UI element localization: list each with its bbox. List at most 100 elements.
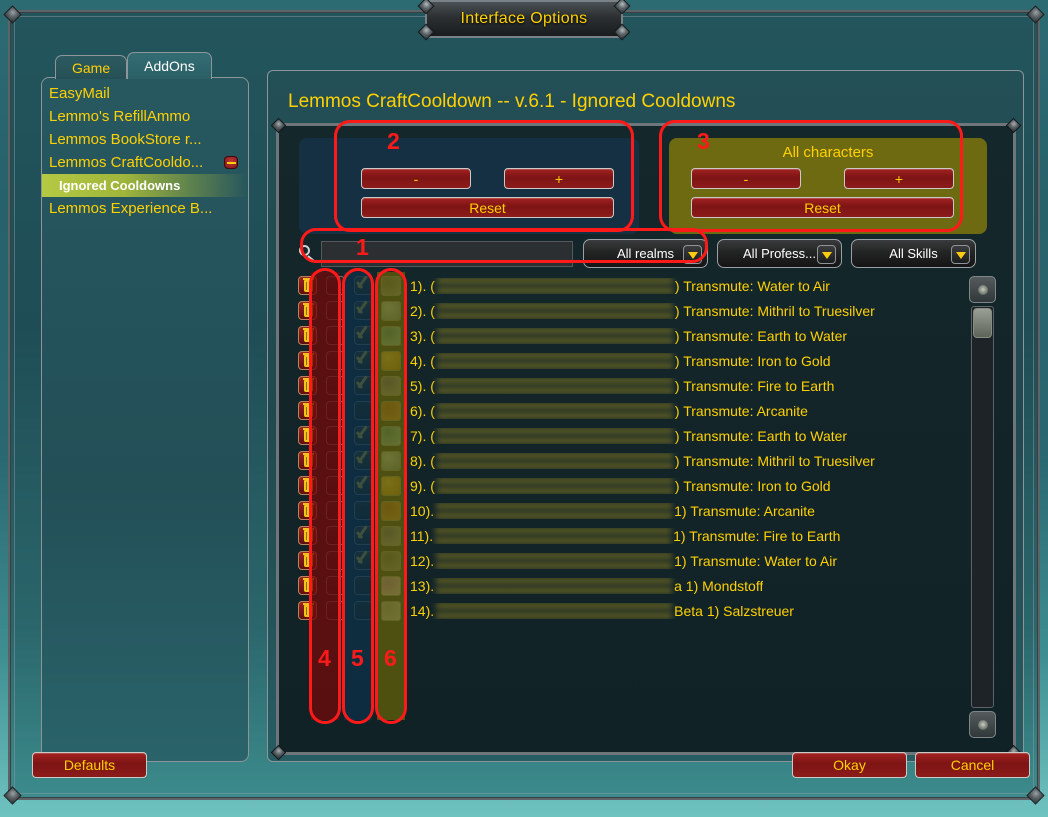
item-icon[interactable] [381,375,401,396]
ignore-checkbox[interactable] [353,301,373,320]
item-icon[interactable] [381,575,401,596]
table-row[interactable]: 14). Beta 1) Salzstreuer [293,598,983,623]
item-icon[interactable] [381,525,401,546]
trash-icon[interactable] [297,301,317,320]
select-checkbox[interactable] [325,401,345,420]
select-checkbox[interactable] [325,276,345,295]
item-icon[interactable] [381,475,401,496]
item-icon[interactable] [381,450,401,471]
chevron-down-icon[interactable] [683,245,702,264]
cancel-button[interactable]: Cancel [915,752,1030,778]
realm-filter-dropdown[interactable]: All realms [583,239,708,268]
select-checkbox[interactable] [325,601,345,620]
table-row[interactable]: 13). a 1) Mondstoff [293,573,983,598]
ignore-checkbox[interactable] [353,276,373,295]
ignore-checkbox[interactable] [353,376,373,395]
defaults-button[interactable]: Defaults [32,752,147,778]
sidebar-item-bookstore[interactable]: Lemmos BookStore r... [42,128,248,151]
character-plus-button[interactable]: + [504,168,614,189]
table-row[interactable]: 9). () Transmute: Iron to Gold [293,473,983,498]
trash-icon[interactable] [297,576,317,595]
trash-icon[interactable] [297,551,317,570]
sidebar-item-easymail[interactable]: EasyMail [42,82,248,105]
ignore-checkbox[interactable] [353,526,373,545]
ignore-checkbox[interactable] [353,576,373,595]
select-checkbox[interactable] [325,526,345,545]
ignore-checkbox[interactable] [353,451,373,470]
ignore-checkbox[interactable] [353,551,373,570]
tab-game[interactable]: Game [55,55,128,79]
table-row[interactable]: 5). () Transmute: Fire to Earth [293,373,983,398]
search-input[interactable] [321,241,573,267]
trash-icon[interactable] [297,276,317,295]
select-checkbox[interactable] [325,551,345,570]
sidebar-item-ignored-cooldowns[interactable]: Ignored Cooldowns [42,174,248,197]
trash-icon[interactable] [297,401,317,420]
ignore-checkbox[interactable] [353,476,373,495]
table-row[interactable]: 3). () Transmute: Earth to Water [293,323,983,348]
item-icon[interactable] [381,325,401,346]
chevron-down-icon[interactable] [817,245,836,264]
table-row[interactable]: 2). () Transmute: Mithril to Truesilver [293,298,983,323]
cooldown-list[interactable]: 1). () Transmute: Water to Air 2). () Tra… [293,273,983,743]
trash-icon[interactable] [297,326,317,345]
select-checkbox[interactable] [325,476,345,495]
select-checkbox[interactable] [325,376,345,395]
ignore-checkbox[interactable] [353,351,373,370]
sidebar-item-experience-bar[interactable]: Lemmos Experience B... [42,197,248,220]
item-icon[interactable] [381,300,401,321]
ignore-checkbox[interactable] [353,401,373,420]
table-row[interactable]: 7). ( ) Transmute: Earth to Water [293,423,983,448]
trash-icon[interactable] [297,526,317,545]
tab-addons[interactable]: AddOns [127,52,212,79]
skill-filter-dropdown[interactable]: All Skills [851,239,976,268]
select-checkbox[interactable] [325,301,345,320]
trash-icon[interactable] [297,426,317,445]
trash-icon[interactable] [297,451,317,470]
all-characters-plus-button[interactable]: + [844,168,954,189]
table-row[interactable]: 8). ( ) Transmute: Mithril to Truesilver [293,448,983,473]
all-characters-reset-button[interactable]: Reset [691,197,954,218]
item-icon[interactable] [381,425,401,446]
table-row[interactable]: 12). 1) Transmute: Water to Air [293,548,983,573]
table-row[interactable]: 6). () Transmute: Arcanite [293,398,983,423]
character-reset-button[interactable]: Reset [361,197,614,218]
list-scrollbar[interactable] [969,276,997,738]
ignore-checkbox[interactable] [353,426,373,445]
okay-button[interactable]: Okay [792,752,907,778]
sidebar-item-craftcooldown[interactable]: Lemmos CraftCooldo... [42,151,248,174]
ignore-checkbox[interactable] [353,501,373,520]
table-row[interactable]: 11). 1) Transmute: Fire to Earth [293,523,983,548]
ignore-checkbox[interactable] [353,326,373,345]
trash-icon[interactable] [297,351,317,370]
select-checkbox[interactable] [325,501,345,520]
scrollbar-thumb[interactable] [973,308,992,338]
item-icon[interactable] [381,500,401,521]
ignore-checkbox[interactable] [353,601,373,620]
all-characters-minus-button[interactable]: - [691,168,801,189]
select-checkbox[interactable] [325,351,345,370]
table-row[interactable]: 1). () Transmute: Water to Air [293,273,983,298]
table-row[interactable]: 10). 1) Transmute: Arcanite [293,498,983,523]
table-row[interactable]: 4). () Transmute: Iron to Gold [293,348,983,373]
trash-icon[interactable] [297,501,317,520]
trash-icon[interactable] [297,476,317,495]
item-icon[interactable] [381,550,401,571]
character-minus-button[interactable]: - [361,168,471,189]
scroll-up-icon[interactable] [969,276,996,303]
scrollbar-track[interactable] [971,306,994,708]
item-icon[interactable] [381,275,401,296]
chevron-down-icon[interactable] [951,245,970,264]
trash-icon[interactable] [297,601,317,620]
profession-filter-dropdown[interactable]: All Profess... [717,239,842,268]
item-icon[interactable] [381,350,401,371]
select-checkbox[interactable] [325,326,345,345]
collapse-minus-icon[interactable] [224,156,238,169]
scroll-down-icon[interactable] [969,711,996,738]
item-icon[interactable] [381,600,401,621]
select-checkbox[interactable] [325,426,345,445]
sidebar-item-refillammo[interactable]: Lemmo's RefillAmmo [42,105,248,128]
item-icon[interactable] [381,400,401,421]
select-checkbox[interactable] [325,576,345,595]
select-checkbox[interactable] [325,451,345,470]
